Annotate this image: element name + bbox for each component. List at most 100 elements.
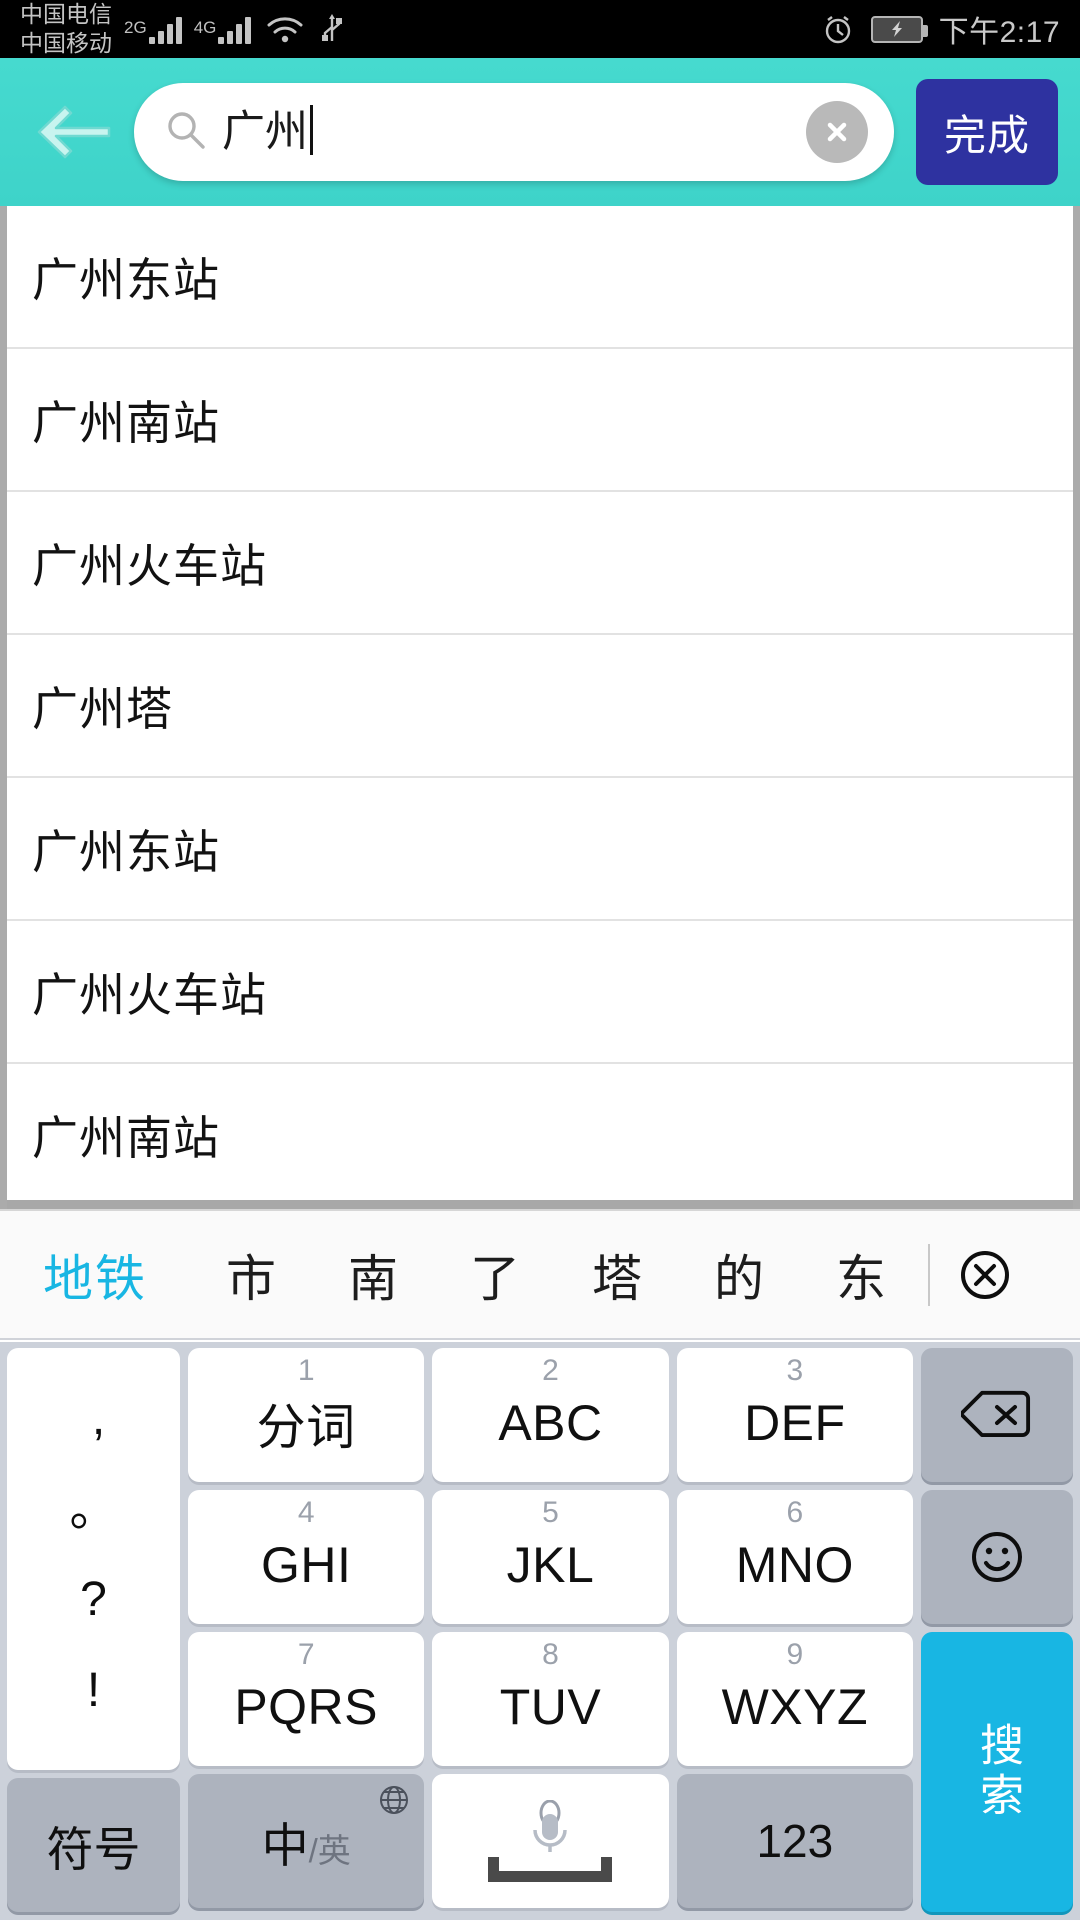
key-main-label: ABC xyxy=(498,1395,603,1451)
candidate-item[interactable]: 南 xyxy=(312,1239,434,1311)
list-item[interactable]: 广州塔 xyxy=(7,635,1073,778)
arrow-left-icon xyxy=(37,105,111,159)
language-switch-key[interactable]: 中/英 xyxy=(188,1774,425,1908)
text-caret xyxy=(310,105,313,155)
done-button[interactable]: 完成 xyxy=(916,79,1058,185)
key-number-label: 8 xyxy=(542,1638,559,1671)
suggestion-label: 广州南站 xyxy=(32,1111,220,1164)
symbols-key[interactable]: 符号 xyxy=(7,1778,180,1912)
keyboard-main-grid: 1 分词 2 ABC 3 DEF 4 GHI 5 JKL 6 MNO 7 PQR… xyxy=(188,1348,913,1912)
key-1[interactable]: 1 分词 xyxy=(188,1348,425,1482)
keyboard-row-2: 4 GHI 5 JKL 6 MNO xyxy=(188,1490,913,1624)
clear-search-button[interactable] xyxy=(806,101,868,163)
network-type-1-label: 2G xyxy=(124,18,147,37)
usb-icon xyxy=(319,13,345,45)
key-2[interactable]: 2 ABC xyxy=(432,1348,669,1482)
keyboard-number-rows: 1 分词 2 ABC 3 DEF 4 GHI 5 JKL 6 MNO 7 PQR… xyxy=(188,1348,913,1766)
keyboard-left-column: , 。 ? ! 符号 xyxy=(7,1348,180,1912)
key-number-label: 1 xyxy=(297,1354,315,1387)
microphone-icon xyxy=(522,1799,578,1867)
key-main-label: TUV xyxy=(499,1679,602,1735)
keyboard-row-3: 7 PQRS 8 TUV 9 WXYZ xyxy=(188,1632,913,1766)
list-item[interactable]: 广州火车站 xyxy=(7,492,1073,635)
suggestion-label: 广州东站 xyxy=(32,253,220,306)
punct-exclamation: ! xyxy=(86,1663,101,1717)
close-circle-icon xyxy=(961,1250,1009,1299)
keyboard-row-1: 1 分词 2 ABC 3 DEF xyxy=(188,1348,913,1482)
keyboard-right-column: 搜索 xyxy=(921,1348,1073,1912)
suggestion-label: 广州南站 xyxy=(32,396,220,449)
emoji-key[interactable] xyxy=(921,1490,1073,1624)
battery-charging-icon xyxy=(870,15,928,43)
list-item[interactable]: 广州火车站 xyxy=(7,921,1073,1064)
signal-1-group: 2G xyxy=(124,14,182,44)
key-main-label: GHI xyxy=(260,1537,352,1593)
key-number-label: 6 xyxy=(786,1496,804,1529)
search-input-value: 广州 xyxy=(222,83,806,181)
key-4[interactable]: 4 GHI xyxy=(188,1490,425,1624)
punct-question: ? xyxy=(80,1573,107,1627)
candidate-item[interactable]: 塔 xyxy=(556,1239,678,1311)
carrier-labels: 中国电信 中国移动 xyxy=(20,0,112,58)
candidate-item[interactable]: 了 xyxy=(434,1239,556,1311)
wifi-icon xyxy=(265,14,305,44)
key-main-label: WXYZ xyxy=(721,1679,869,1735)
key-number-label: 9 xyxy=(786,1638,804,1671)
lang-cn-label: 中 xyxy=(261,1818,309,1872)
candidate-item[interactable]: 的 xyxy=(678,1239,800,1311)
key-main-label: MNO xyxy=(735,1537,854,1593)
list-bottom-edge xyxy=(7,1200,1073,1209)
status-right-group: 下午2:17 xyxy=(807,7,1060,51)
ime-keyboard: , 。 ? ! 符号 1 分词 2 ABC 3 DEF 4 GHI 5 JKL … xyxy=(0,1342,1080,1920)
close-candidates-button[interactable] xyxy=(930,1244,1040,1306)
list-item[interactable]: 广州东站 xyxy=(7,778,1073,921)
backspace-key[interactable] xyxy=(921,1348,1073,1482)
key-7[interactable]: 7 PQRS xyxy=(188,1632,425,1766)
key-number-label: 4 xyxy=(297,1496,315,1529)
suggestion-label: 广州塔 xyxy=(32,682,173,735)
back-button[interactable] xyxy=(22,80,126,184)
search-input[interactable]: 广州 xyxy=(134,83,894,181)
key-6[interactable]: 6 MNO xyxy=(676,1490,913,1624)
status-bar: 中国电信 中国移动 2G 4G 下午2:17 xyxy=(0,0,1080,58)
clear-circle-icon xyxy=(827,122,847,142)
key-main-label: JKL xyxy=(506,1537,595,1593)
spacebar-indicator xyxy=(488,1857,613,1882)
signal-2-group: 4G xyxy=(194,14,252,44)
search-icon xyxy=(164,108,208,157)
search-header: 广州 完成 xyxy=(0,58,1080,206)
numeric-key[interactable]: 123 xyxy=(676,1774,913,1908)
app-root: 中国电信 中国移动 2G 4G 下午2:17 广州 完成 广州东站 广州南站 广… xyxy=(0,0,1080,1920)
key-8[interactable]: 8 TUV xyxy=(432,1632,669,1766)
key-5[interactable]: 5 JKL xyxy=(432,1490,669,1624)
keyboard-row-bottom: 中/英 123 xyxy=(188,1774,913,1908)
search-key[interactable]: 搜索 xyxy=(921,1632,1073,1912)
search-query-text: 广州 xyxy=(222,108,308,156)
key-9[interactable]: 9 WXYZ xyxy=(676,1632,913,1766)
space-key[interactable] xyxy=(432,1774,669,1908)
suggestion-label: 广州火车站 xyxy=(32,539,267,592)
key-main-label: PQRS xyxy=(234,1679,379,1735)
emoji-smiley-icon xyxy=(972,1532,1022,1582)
suggestion-label: 广州火车站 xyxy=(32,968,267,1021)
signal-bars-icon xyxy=(148,14,182,44)
network-type-2-label: 4G xyxy=(193,18,217,37)
lang-en-label: /英 xyxy=(308,1831,351,1869)
key-number-label: 5 xyxy=(542,1496,559,1529)
punctuation-key[interactable]: , 。 ? ! xyxy=(7,1348,180,1770)
candidate-selected[interactable]: 地铁 xyxy=(0,1239,190,1311)
key-number-label: 7 xyxy=(297,1638,315,1671)
list-item[interactable]: 广州南站 xyxy=(7,1064,1073,1207)
globe-icon xyxy=(377,1783,411,1822)
candidate-item[interactable]: 东 xyxy=(800,1239,922,1311)
suggestion-label: 广州东站 xyxy=(32,825,220,878)
clock-label: 下午2:17 xyxy=(938,16,1060,49)
candidate-item[interactable]: 市 xyxy=(190,1239,312,1311)
key-number-label: 3 xyxy=(786,1354,804,1387)
punct-comma: , xyxy=(91,1392,106,1446)
list-item[interactable]: 广州南站 xyxy=(7,349,1073,492)
ime-candidate-bar: 地铁 市 南 了 塔 的 东 xyxy=(0,1209,1080,1340)
suggestion-list[interactable]: 广州东站 广州南站 广州火车站 广州塔 广州东站 广州火车站 广州南站 xyxy=(0,206,1080,1209)
key-3[interactable]: 3 DEF xyxy=(676,1348,913,1482)
list-item[interactable]: 广州东站 xyxy=(7,206,1073,349)
